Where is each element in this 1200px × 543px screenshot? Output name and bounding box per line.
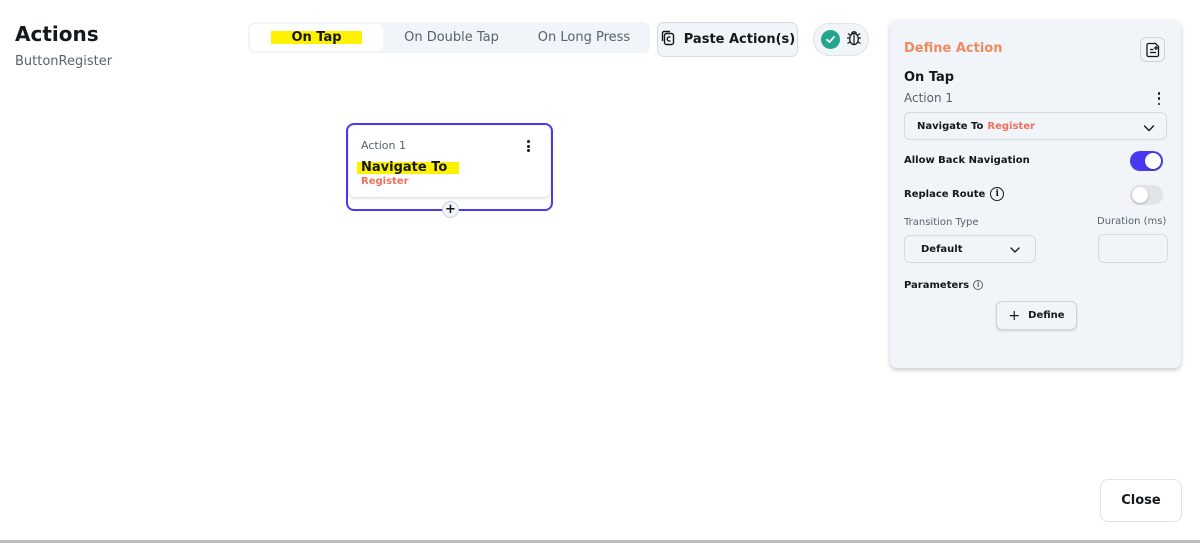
action-target-value: Register xyxy=(987,120,1035,132)
replace-route-label: Replace Route xyxy=(904,189,986,200)
parameters-label: Parameters xyxy=(904,280,970,291)
info-icon[interactable]: i xyxy=(990,187,1005,201)
action-card-menu-icon[interactable] xyxy=(524,138,532,154)
panel-title: Define Action xyxy=(904,41,1003,56)
tab-on-double-tap[interactable]: On Double Tap xyxy=(387,24,516,51)
check-circle-icon xyxy=(820,30,840,49)
paste-actions-button[interactable]: Paste Action(s) xyxy=(657,22,798,57)
panel-action-menu-icon[interactable] xyxy=(1156,92,1162,105)
panel-action-name: Action 1 xyxy=(904,91,954,105)
transition-type-select[interactable]: Default xyxy=(904,235,1036,263)
parameters-row: Parameters i xyxy=(904,280,984,291)
info-icon[interactable]: i xyxy=(973,280,984,290)
action-card-body: Action 1 Navigate To Register xyxy=(349,126,550,197)
paste-actions-label: Paste Action(s) xyxy=(683,32,796,47)
chevron-down-icon xyxy=(1142,120,1156,139)
define-parameters-button[interactable]: + Define xyxy=(996,301,1077,330)
transition-type-label: Transition Type xyxy=(904,217,979,228)
page-title: Actions xyxy=(15,22,99,46)
action-card-title: Navigate To xyxy=(361,160,448,175)
transition-type-value: Default xyxy=(921,243,963,255)
action-card-title-highlight: Navigate To xyxy=(357,157,460,176)
define-button-label: Define xyxy=(1028,310,1065,321)
trigger-tabs: On Tap On Double Tap On Long Press xyxy=(248,22,650,53)
action-card-target: Register xyxy=(361,176,409,187)
allow-back-navigation-label: Allow Back Navigation xyxy=(904,155,1030,166)
chevron-down-icon xyxy=(1009,244,1021,259)
replace-route-toggle[interactable] xyxy=(1130,185,1163,205)
panel-trigger-name: On Tap xyxy=(904,70,955,85)
validation-status[interactable] xyxy=(813,23,869,56)
tab-on-long-press-label: On Long Press xyxy=(537,30,631,45)
action-card-label: Action 1 xyxy=(361,139,406,152)
add-action-button[interactable]: + xyxy=(442,201,459,218)
widget-name: ButtonRegister xyxy=(15,54,113,69)
tab-on-tap[interactable]: On Tap xyxy=(250,24,383,51)
define-action-panel: Define Action On Tap Action 1 Navigate T… xyxy=(890,20,1181,368)
action-type-value: Navigate To xyxy=(917,120,984,132)
duration-label: Duration (ms) xyxy=(1097,216,1167,227)
tab-on-long-press[interactable]: On Long Press xyxy=(520,24,648,51)
replace-route-row: Replace Route i xyxy=(904,187,1005,201)
tab-on-tap-label: On Tap xyxy=(271,31,362,44)
plus-icon: + xyxy=(1008,307,1021,324)
close-button[interactable]: Close xyxy=(1100,479,1182,522)
action-library-icon[interactable] xyxy=(1140,37,1165,62)
action-type-select[interactable]: Navigate To Register xyxy=(904,112,1167,140)
action-card[interactable]: Action 1 Navigate To Register + xyxy=(346,123,553,218)
duration-input[interactable] xyxy=(1098,234,1168,263)
clipboard-copy-icon xyxy=(660,30,676,50)
bug-icon[interactable] xyxy=(846,29,862,51)
allow-back-navigation-toggle[interactable] xyxy=(1130,151,1163,171)
tab-on-double-tap-label: On Double Tap xyxy=(404,30,499,45)
